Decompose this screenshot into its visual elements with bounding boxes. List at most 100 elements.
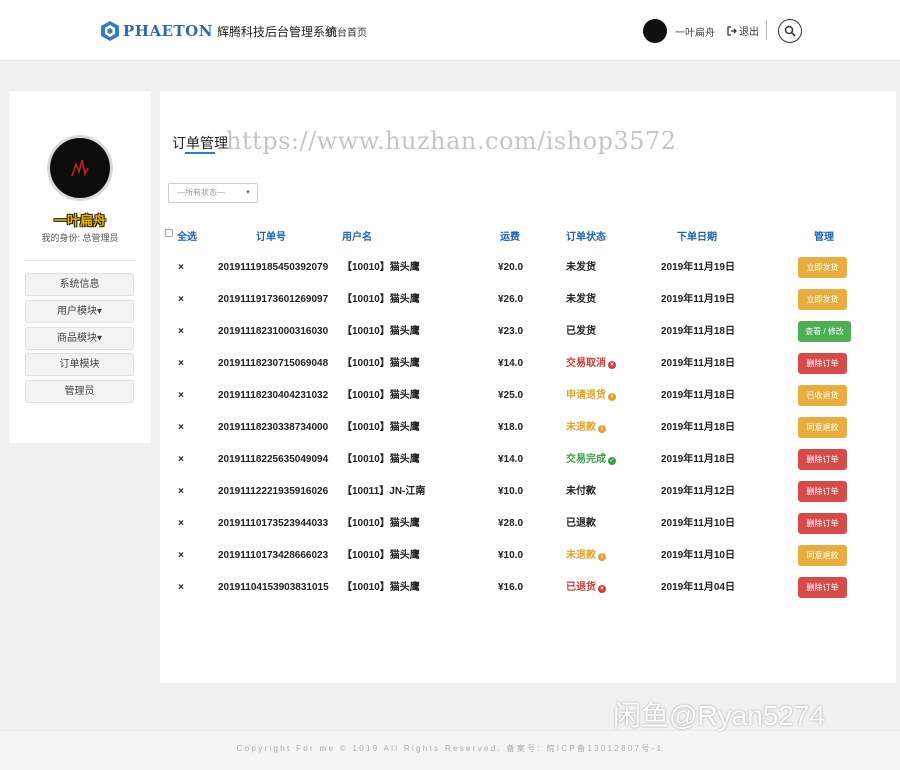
chevron-down-icon: ▼ bbox=[245, 190, 251, 196]
order-user: 【10010】猫头鹰 bbox=[342, 262, 420, 273]
search-button[interactable] bbox=[778, 19, 802, 43]
order-date: 2019年11月19日 bbox=[661, 294, 735, 305]
logo[interactable]: PHAETON 辉腾科技后台管理系统 bbox=[100, 18, 337, 44]
order-status-text: 已退货 bbox=[566, 582, 596, 593]
table-row: × 20191119173601269097 【10010】猫头鹰 ¥26.0 未发货 2… bbox=[160, 284, 896, 316]
order-user: 【10010】猫头鹰 bbox=[342, 422, 420, 433]
delete-icon[interactable]: × bbox=[178, 284, 184, 316]
logo-mark-icon bbox=[101, 21, 119, 41]
order-number: 20191119185450392079 bbox=[218, 262, 329, 273]
search-icon bbox=[784, 25, 796, 37]
order-status-text: 交易取消 bbox=[566, 358, 606, 369]
delete-icon[interactable]: × bbox=[178, 476, 184, 508]
order-status: 未退款 i bbox=[566, 412, 606, 444]
order-user: 【10010】猫头鹰 bbox=[342, 390, 420, 401]
order-shipping: ¥28.0 bbox=[498, 518, 524, 529]
delete-icon[interactable]: × bbox=[178, 444, 184, 476]
top-header: PHAETON 辉腾科技后台管理系统 前台首页 一叶扁舟 退出 bbox=[0, 0, 900, 61]
header-avatar[interactable] bbox=[643, 19, 667, 43]
order-shipping: ¥16.0 bbox=[498, 582, 524, 593]
order-status: 未付款 bbox=[566, 476, 596, 508]
col-date: 下单日期 bbox=[677, 232, 717, 243]
order-status-text: 已发货 bbox=[566, 326, 596, 337]
order-user: 【10011】JN-江南 bbox=[342, 486, 426, 497]
copyright-text: Copyright For me © 1019 All Rights Reser… bbox=[236, 744, 664, 753]
sidebar-item-users[interactable]: 用户模块▾ bbox=[25, 299, 134, 323]
profile-avatar[interactable] bbox=[47, 135, 113, 201]
order-number: 20191118230404231032 bbox=[218, 390, 329, 401]
table-row: × 20191110173523944033 【10010】猫头鹰 ¥28.0 已退款 2… bbox=[160, 508, 896, 540]
status-info-icon: i bbox=[598, 425, 606, 433]
order-status-text: 未退款 bbox=[566, 550, 596, 561]
avatar-image bbox=[50, 138, 110, 198]
overlay-watermark: 闲鱼@Ryan5274 bbox=[613, 700, 826, 731]
delete-icon[interactable]: × bbox=[178, 316, 184, 348]
logout-icon bbox=[727, 25, 737, 36]
order-action-button[interactable]: 立即发货 bbox=[798, 257, 847, 278]
header-divider bbox=[766, 20, 767, 40]
delete-icon[interactable]: × bbox=[178, 348, 184, 380]
sidebar-menu: 系统信息 用户模块▾ 商品模块▾ 订单模块 管理员 bbox=[25, 273, 134, 407]
nav-home-link[interactable]: 前台首页 bbox=[327, 24, 367, 39]
order-status: 已退货 × bbox=[566, 572, 606, 604]
sidebar: 一叶扁舟 我的身份: 总管理员 系统信息 用户模块▾ 商品模块▾ 订单模块 管理… bbox=[9, 91, 151, 443]
order-status-text: 申请退货 bbox=[566, 390, 606, 401]
order-date: 2019年11月10日 bbox=[661, 550, 735, 561]
order-action-button[interactable]: 删除订单 bbox=[798, 449, 847, 470]
delete-icon[interactable]: × bbox=[178, 572, 184, 604]
order-status-text: 未发货 bbox=[566, 294, 596, 305]
delete-icon[interactable]: × bbox=[178, 508, 184, 540]
sidebar-item-products[interactable]: 商品模块▾ bbox=[25, 326, 134, 350]
order-status: 已退款 bbox=[566, 508, 596, 540]
order-status: 未发货 bbox=[566, 284, 596, 316]
order-status-text: 未发货 bbox=[566, 262, 596, 273]
order-number: 20191118231000316030 bbox=[218, 326, 329, 337]
delete-icon[interactable]: × bbox=[178, 380, 184, 412]
avatar-graphic-icon bbox=[71, 159, 89, 177]
sidebar-divider bbox=[25, 260, 135, 261]
sidebar-item-orders[interactable]: 订单模块 bbox=[25, 353, 134, 377]
order-action-button[interactable]: 删除订单 bbox=[798, 577, 847, 598]
sidebar-item-admins[interactable]: 管理员 bbox=[25, 380, 134, 404]
order-action-button[interactable]: 立即发货 bbox=[798, 289, 847, 310]
order-user: 【10010】猫头鹰 bbox=[342, 358, 420, 369]
order-number: 20191118225635049094 bbox=[218, 454, 329, 465]
table-row: × 20191104153903831015 【10010】猫头鹰 ¥16.0 已退货 ×… bbox=[160, 572, 896, 604]
order-user: 【10010】猫头鹰 bbox=[342, 326, 420, 337]
order-action-button[interactable]: 同意退款 bbox=[798, 545, 847, 566]
status-filter-select[interactable]: —所有状态— ▼ bbox=[168, 183, 258, 203]
order-action-button[interactable]: 已收退货 bbox=[798, 385, 847, 406]
order-shipping: ¥23.0 bbox=[498, 326, 524, 337]
order-shipping: ¥25.0 bbox=[498, 390, 524, 401]
col-status: 订单状态 bbox=[566, 232, 606, 243]
order-status: 申请退货 i bbox=[566, 380, 616, 412]
table-row: × 20191118230404231032 【10010】猫头鹰 ¥25.0 申请退货… bbox=[160, 380, 896, 412]
delete-icon[interactable]: × bbox=[178, 540, 184, 572]
status-filter-value: —所有状态— bbox=[177, 188, 225, 197]
order-action-button[interactable]: 删除订单 bbox=[798, 353, 847, 374]
delete-icon[interactable]: × bbox=[178, 252, 184, 284]
table-header: 全选 订单号 用户名 运费 订单状态 下单日期 管理 bbox=[160, 228, 896, 243]
order-action-button[interactable]: 删除订单 bbox=[798, 513, 847, 534]
order-user: 【10010】猫头鹰 bbox=[342, 518, 420, 529]
order-number: 20191118230715069048 bbox=[218, 358, 329, 369]
logout-button[interactable]: 退出 bbox=[727, 23, 759, 38]
order-action-button[interactable]: 查看 / 修改 bbox=[798, 321, 851, 342]
select-all-checkbox[interactable] bbox=[165, 229, 173, 237]
order-user: 【10010】猫头鹰 bbox=[342, 294, 420, 305]
status-cancel-icon: × bbox=[608, 361, 616, 369]
logout-label: 退出 bbox=[739, 27, 759, 38]
sidebar-item-system-info[interactable]: 系统信息 bbox=[25, 273, 134, 296]
col-manage: 管理 bbox=[814, 232, 834, 243]
delete-icon[interactable]: × bbox=[178, 412, 184, 444]
order-action-button[interactable]: 删除订单 bbox=[798, 481, 847, 502]
order-status: 交易完成 ✓ bbox=[566, 444, 616, 476]
order-status-text: 未退款 bbox=[566, 422, 596, 433]
order-date: 2019年11月18日 bbox=[661, 454, 735, 465]
table-row: × 20191118230715069048 【10010】猫头鹰 ¥14.0 交易取消… bbox=[160, 348, 896, 380]
col-select-all[interactable]: 全选 bbox=[177, 228, 197, 243]
order-status: 已发货 bbox=[566, 316, 596, 348]
order-status-text: 已退款 bbox=[566, 518, 596, 529]
order-action-button[interactable]: 同意退款 bbox=[798, 417, 847, 438]
header-username[interactable]: 一叶扁舟 bbox=[675, 24, 715, 39]
